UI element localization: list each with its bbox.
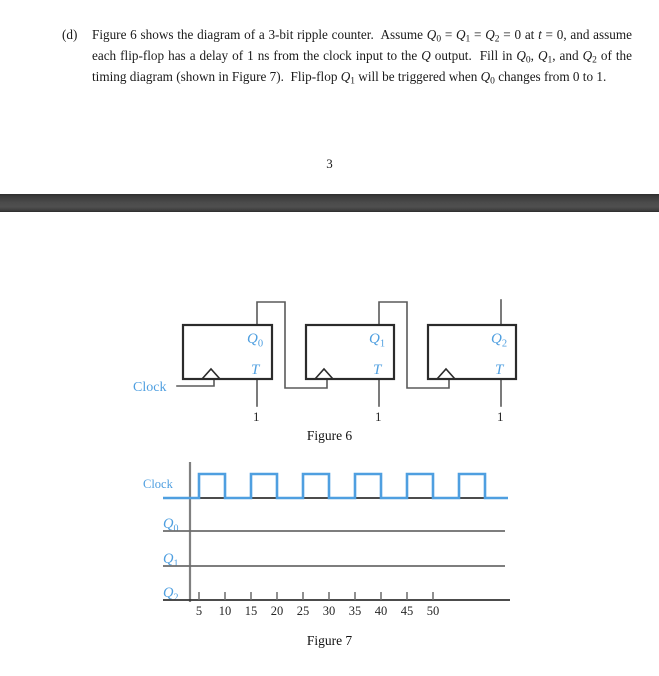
tick-label: 50 [427,604,440,618]
tick-label: 15 [245,604,258,618]
tick-label: 30 [323,604,336,618]
page-number: 3 [326,156,333,171]
tick-label: 45 [401,604,414,618]
figure-7: Clock Q0 Q1 Q2 5 10 15 20 25 30 35 40 45… [0,455,659,625]
time-axis-ticks [198,592,434,600]
tick-label: 5 [196,604,202,618]
flipflop-0-t-input-value: 1 [253,409,260,424]
problem-text: Figure 6 shows the diagram of a 3-bit ri… [92,27,632,87]
flipflop-2-t-input-value: 1 [497,409,504,424]
time-axis-tick-labels: 5 10 15 20 25 30 35 40 45 50 [196,604,439,618]
flipflop-1-t-input-value: 1 [375,409,382,424]
timing-diagram: Clock Q0 Q1 Q2 5 10 15 20 25 30 35 40 45… [143,462,510,618]
flipflop-2: Q2 T 1 [426,323,518,424]
figure-6: Q0 T 1 Q1 T 1 Q2 T 1 Clock [0,290,659,450]
tick-label: 20 [271,604,284,618]
flipflop-1: Q1 T 1 [304,323,396,424]
ripple-counter-diagram: Q0 T 1 Q1 T 1 Q2 T 1 Clock [133,299,518,424]
problem-label: (d) [62,27,78,42]
tick-label: 10 [219,604,232,618]
timing-row-label-clock: Clock [143,477,174,491]
problem-statement: (d) Figure 6 shows the diagram of a 3-bi… [62,26,632,89]
tick-label: 40 [375,604,388,618]
figure-6-caption: Figure 6 [306,428,353,443]
figure-7-caption: Figure 7 [306,633,353,648]
page-separator-band [0,194,659,212]
clock-waveform [163,472,508,500]
flipflop-0: Q0 T 1 [181,323,274,424]
figure6-clock-label: Clock [133,380,166,395]
tick-label: 25 [297,604,310,618]
tick-label: 35 [349,604,362,618]
